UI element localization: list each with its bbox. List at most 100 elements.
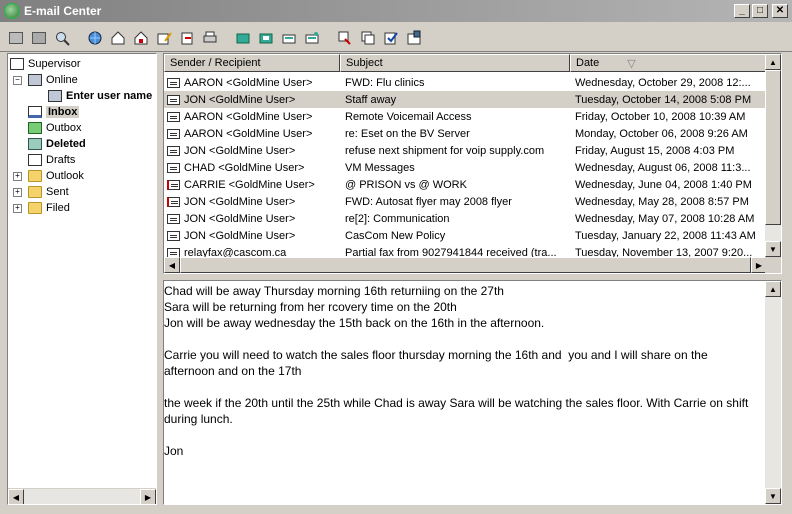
message-sender-cell: CHAD <GoldMine User> (164, 162, 340, 174)
tree-item-enter-user[interactable]: Enter user name (48, 88, 152, 104)
minimize-button[interactable]: _ (734, 4, 750, 18)
message-sender-cell: JON <GoldMine User> (164, 145, 340, 157)
maximize-button[interactable]: □ (752, 4, 768, 18)
scroll-up-icon[interactable]: ▲ (765, 54, 781, 70)
message-row[interactable]: AARON <GoldMine User> re: Eset on the BV … (164, 125, 767, 142)
properties-icon[interactable] (404, 28, 424, 48)
home-icon[interactable] (108, 28, 128, 48)
folder-icon[interactable] (233, 28, 253, 48)
message-sender: JON <GoldMine User> (184, 195, 296, 208)
list-horizontal-scrollbar[interactable]: ◀ ▶ (164, 257, 767, 273)
tree-item-outbox[interactable]: Outbox (28, 120, 81, 136)
tree-item-drafts[interactable]: Drafts (28, 152, 75, 168)
message-row[interactable]: JON <GoldMine User> refuse next shipment … (164, 142, 767, 159)
title-bar: E-mail Center _ □ ✕ (0, 0, 792, 22)
outbox-icon (28, 122, 42, 134)
mail-icon (167, 111, 180, 122)
scroll-left-icon[interactable]: ◀ (164, 257, 180, 273)
message-date: Wednesday, May 28, 2008 8:57 PM (575, 195, 749, 208)
column-header-sender[interactable]: Sender / Recipient (164, 54, 340, 72)
close-folder-icon[interactable] (29, 28, 49, 48)
folder-icon[interactable] (279, 28, 299, 48)
mail-icon (167, 213, 180, 224)
open-icon[interactable] (6, 28, 26, 48)
tree-item-sent[interactable]: + Sent (13, 184, 69, 200)
message-date: Tuesday, January 22, 2008 11:43 AM (575, 229, 756, 242)
message-sender: AARON <GoldMine User> (184, 110, 313, 123)
message-date: Tuesday, October 14, 2008 5:08 PM (575, 93, 752, 106)
tree-item-filed[interactable]: + Filed (13, 200, 70, 216)
message-row[interactable]: JON <GoldMine User> CasCom New Policy Tues… (164, 227, 767, 244)
message-sender: JON <GoldMine User> (184, 212, 296, 225)
message-row[interactable]: JON <GoldMine User> re[2]: Communication W… (164, 210, 767, 227)
tree-item-outlook[interactable]: + Outlook (13, 168, 84, 184)
message-row[interactable]: JON <GoldMine User> FWD: Autosat flyer ma… (164, 193, 767, 210)
print-icon[interactable] (200, 28, 220, 48)
scroll-down-icon[interactable]: ▼ (765, 488, 781, 504)
inbox-icon (28, 106, 42, 118)
scroll-down-icon[interactable]: ▼ (765, 241, 781, 257)
search-icon[interactable] (52, 28, 72, 48)
expand-icon[interactable]: + (13, 203, 22, 213)
message-subject: Staff away (345, 93, 397, 106)
reply-icon[interactable] (177, 28, 197, 48)
message-body: Chad will be away Thursday morning 16th … (164, 284, 749, 458)
message-sender: JON <GoldMine User> (184, 93, 296, 106)
scroll-up-icon[interactable]: ▲ (765, 281, 781, 297)
message-sender: AARON <GoldMine User> (184, 76, 313, 89)
close-button[interactable]: ✕ (772, 4, 788, 18)
expand-icon[interactable]: + (13, 171, 22, 181)
message-date: Wednesday, October 29, 2008 12:... (575, 76, 751, 89)
message-date: Wednesday, August 06, 2008 11:3... (575, 161, 751, 174)
mail-icon (167, 230, 180, 241)
trash-icon (28, 138, 42, 150)
message-row[interactable]: CARRIE <GoldMine User> @ PRISON vs @ WORK… (164, 176, 767, 193)
home-alert-icon[interactable] (131, 28, 151, 48)
message-row[interactable]: CHAD <GoldMine User> VM Messages Wednesday… (164, 159, 767, 176)
message-sender-cell: JON <GoldMine User> (164, 213, 340, 225)
column-header-date[interactable]: Date ▽ (570, 54, 767, 72)
message-sender: JON <GoldMine User> (184, 229, 296, 242)
message-row[interactable]: AARON <GoldMine User> FWD: Flu clinics Wed… (164, 74, 767, 91)
scroll-thumb[interactable] (765, 70, 781, 225)
scroll-thumb[interactable] (180, 257, 751, 273)
preview-vertical-scrollbar[interactable]: ▲ ▼ (765, 281, 781, 504)
copy-icon[interactable] (358, 28, 378, 48)
message-sender: AARON <GoldMine User> (184, 127, 313, 140)
tree-item-supervisor[interactable]: Supervisor (10, 56, 81, 72)
folder-icon[interactable] (256, 28, 276, 48)
compose-icon[interactable] (154, 28, 174, 48)
folder-icon (28, 170, 42, 182)
drafts-icon (28, 154, 42, 166)
message-row[interactable]: AARON <GoldMine User> Remote Voicemail Ac… (164, 108, 767, 125)
scroll-right-icon[interactable]: ▶ (140, 489, 156, 504)
tree-item-deleted[interactable]: Deleted (28, 136, 86, 152)
message-subject: FWD: Flu clinics (345, 76, 425, 89)
filter-icon[interactable] (335, 28, 355, 48)
message-row[interactable]: JON <GoldMine User> Staff away Tuesday, Oc… (164, 91, 767, 108)
message-sender-cell: JON <GoldMine User> (164, 94, 340, 106)
mail-attachment-icon (167, 196, 180, 207)
message-subject: Remote Voicemail Access (345, 110, 472, 123)
message-sender-cell: AARON <GoldMine User> (164, 77, 340, 89)
tree-item-inbox[interactable]: Inbox (28, 104, 80, 120)
check-icon[interactable] (381, 28, 401, 48)
message-preview: Chad will be away Thursday morning 16th … (163, 280, 782, 505)
message-subject: re: Eset on the BV Server (345, 127, 470, 140)
message-sender-cell: AARON <GoldMine User> (164, 128, 340, 140)
message-date: Wednesday, May 07, 2008 10:28 AM (575, 212, 755, 225)
toolbar (0, 24, 792, 52)
mailbox-icon (10, 58, 24, 70)
expand-icon[interactable]: + (13, 187, 22, 197)
column-header-subject[interactable]: Subject (340, 54, 570, 72)
folder-icon[interactable] (302, 28, 322, 48)
message-subject: refuse next shipment for voip supply.com (345, 144, 545, 157)
folder-horizontal-scrollbar[interactable]: ◀ ▶ (8, 488, 156, 504)
globe-icon[interactable] (85, 28, 105, 48)
list-vertical-scrollbar[interactable]: ▲ ▼ (765, 54, 781, 257)
message-sender: JON <GoldMine User> (184, 144, 296, 157)
scroll-corner (765, 257, 781, 273)
scroll-left-icon[interactable]: ◀ (8, 489, 24, 504)
collapse-icon[interactable]: − (13, 75, 22, 85)
tree-item-online[interactable]: − Online (13, 72, 78, 88)
